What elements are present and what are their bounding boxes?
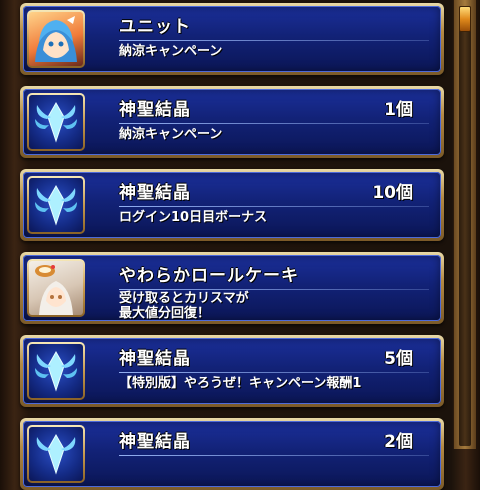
divine-crystal-icon: [29, 178, 83, 232]
reward-icon-frame: [27, 425, 85, 483]
scrollbar[interactable]: [453, 0, 476, 449]
divine-crystal-icon: [29, 344, 83, 398]
reward-title: 神聖結晶: [119, 100, 191, 120]
reward-list: ユニット 納涼キャンペーン 神聖結晶 1個 納涼キャンペーン 神聖結晶 10個 …: [0, 0, 452, 490]
reward-description: ログイン10日目ボーナス: [119, 210, 268, 225]
character-portrait-icon: [29, 12, 83, 66]
reward-title: 神聖結晶: [119, 432, 191, 452]
reward-description: 納涼キャンペーン: [119, 44, 223, 59]
reward-title: やわらかロールケーキ: [119, 266, 299, 286]
divine-crystal-icon: [29, 427, 83, 481]
reward-card[interactable]: 神聖結晶 2個: [20, 418, 444, 490]
divine-crystal-icon: [29, 95, 83, 149]
reward-title: 神聖結晶: [119, 183, 191, 203]
reward-icon-frame: [27, 10, 85, 68]
roll-cake-icon: [29, 261, 83, 315]
reward-quantity: 5個: [384, 349, 413, 369]
reward-icon-frame: [27, 176, 85, 234]
reward-quantity: 1個: [384, 100, 413, 120]
reward-card[interactable]: 神聖結晶 10個 ログイン10日目ボーナス: [20, 169, 444, 241]
reward-description: 納涼キャンペーン: [119, 127, 223, 142]
reward-icon-frame: [27, 259, 85, 317]
scrollbar-thumb[interactable]: [459, 6, 471, 32]
scrollbar-track[interactable]: [459, 6, 471, 446]
reward-description: 【特別版】やろうぜ！キャンペーン報酬1: [119, 376, 362, 391]
reward-description: 受け取るとカリスマが 最大値分回復！: [119, 291, 249, 321]
reward-card[interactable]: 神聖結晶 1個 納涼キャンペーン: [20, 86, 444, 158]
reward-card[interactable]: やわらかロールケーキ 受け取るとカリスマが 最大値分回復！: [20, 252, 444, 324]
reward-quantity: 10個: [372, 183, 413, 203]
reward-title: ユニット: [119, 17, 191, 37]
reward-card[interactable]: ユニット 納涼キャンペーン: [20, 3, 444, 75]
reward-card[interactable]: 神聖結晶 5個 【特別版】やろうぜ！キャンペーン報酬1: [20, 335, 444, 407]
reward-icon-frame: [27, 342, 85, 400]
reward-quantity: 2個: [384, 432, 413, 452]
reward-icon-frame: [27, 93, 85, 151]
reward-title: 神聖結晶: [119, 349, 191, 369]
